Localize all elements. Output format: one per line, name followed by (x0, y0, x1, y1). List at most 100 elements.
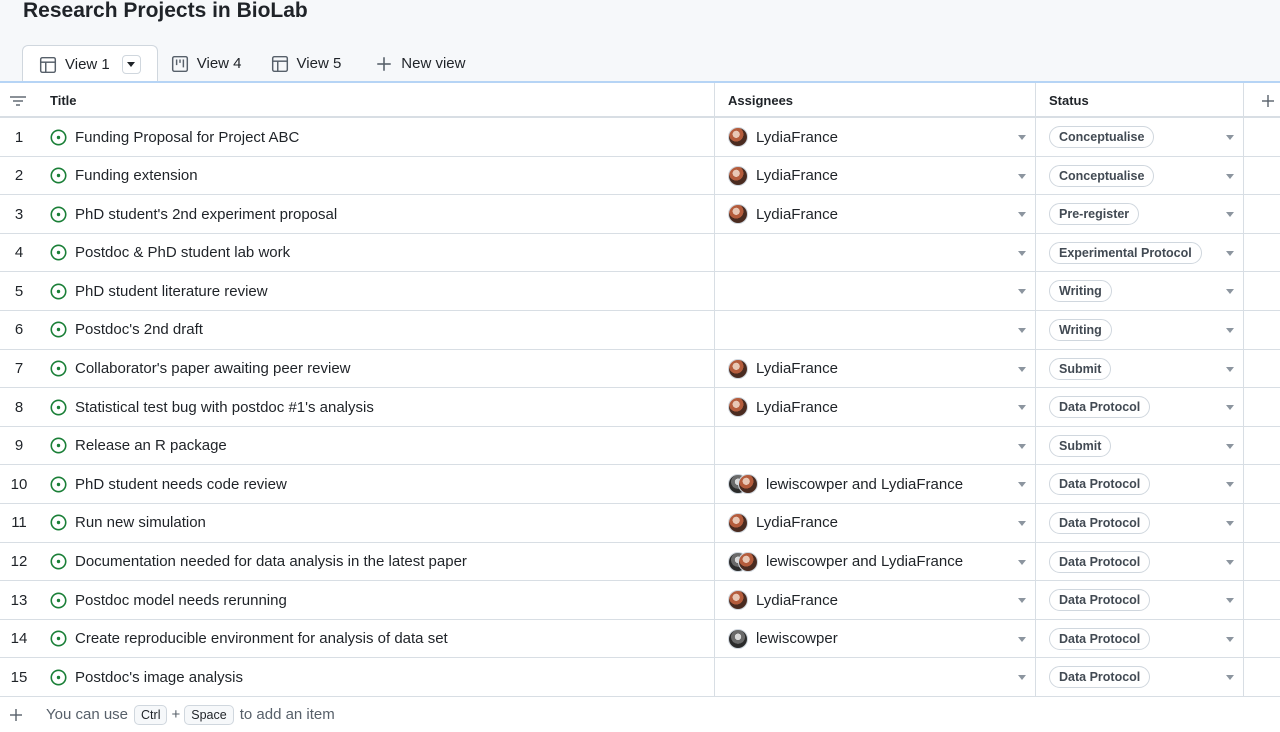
status-dropdown-icon[interactable] (1226, 482, 1234, 488)
row-assignees-cell[interactable] (728, 427, 1028, 465)
assignee-dropdown-icon[interactable] (1018, 520, 1026, 526)
table-row[interactable]: 10 PhD student needs code review lewiscowp… (0, 465, 1280, 504)
issue-title-link[interactable]: PhD student needs code review (75, 476, 287, 493)
row-title-cell[interactable]: Statistical test bug with postdoc #1's a… (50, 388, 710, 426)
issue-title-link[interactable]: Postdoc's 2nd draft (75, 321, 203, 338)
add-item-hint[interactable]: You can use Ctrl + Space to add an item (0, 697, 1280, 732)
issue-title-link[interactable]: Postdoc model needs rerunning (75, 592, 287, 609)
issue-title-link[interactable]: Release an R package (75, 437, 227, 454)
row-status-cell[interactable]: Data Protocol (1049, 388, 1239, 426)
row-assignees-cell[interactable]: LydiaFrance (728, 195, 1028, 233)
row-title-cell[interactable]: Postdoc & PhD student lab work (50, 234, 710, 272)
table-row[interactable]: 7 Collaborator's paper awaiting peer revi… (0, 350, 1280, 389)
assignee-dropdown-icon[interactable] (1018, 598, 1026, 604)
tab-view-1[interactable]: View 1 (22, 45, 158, 83)
status-dropdown-icon[interactable] (1226, 405, 1234, 411)
row-assignees-cell[interactable] (728, 311, 1028, 349)
assignee-dropdown-icon[interactable] (1018, 482, 1026, 488)
issue-title-link[interactable]: Postdoc & PhD student lab work (75, 244, 290, 261)
issue-title-link[interactable]: Collaborator's paper awaiting peer revie… (75, 360, 351, 377)
tab-view-5[interactable]: View 5 (258, 45, 358, 82)
row-assignees-cell[interactable]: LydiaFrance (728, 157, 1028, 195)
row-title-cell[interactable]: Run new simulation (50, 504, 710, 542)
filter-icon[interactable] (9, 83, 27, 118)
row-title-cell[interactable]: Release an R package (50, 427, 710, 465)
tab-view-4[interactable]: View 4 (158, 45, 258, 82)
row-assignees-cell[interactable]: LydiaFrance (728, 581, 1028, 619)
status-dropdown-icon[interactable] (1226, 559, 1234, 565)
table-row[interactable]: 12 Documentation needed for data analysis… (0, 543, 1280, 582)
assignee-dropdown-icon[interactable] (1018, 327, 1026, 333)
issue-title-link[interactable]: PhD student's 2nd experiment proposal (75, 206, 337, 223)
issue-title-link[interactable]: Statistical test bug with postdoc #1's a… (75, 399, 374, 416)
row-assignees-cell[interactable]: LydiaFrance (728, 350, 1028, 388)
issue-title-link[interactable]: Documentation needed for data analysis i… (75, 553, 467, 570)
issue-title-link[interactable]: Funding extension (75, 167, 198, 184)
table-row[interactable]: 3 PhD student's 2nd experiment proposal Ly… (0, 195, 1280, 234)
status-dropdown-icon[interactable] (1226, 636, 1234, 642)
table-row[interactable]: 4 Postdoc & PhD student lab work Experimen… (0, 234, 1280, 273)
assignee-dropdown-icon[interactable] (1018, 173, 1026, 179)
row-assignees-cell[interactable]: LydiaFrance (728, 388, 1028, 426)
row-title-cell[interactable]: Create reproducible environment for anal… (50, 620, 710, 658)
table-row[interactable]: 8 Statistical test bug with postdoc #1's … (0, 388, 1280, 427)
row-title-cell[interactable]: Funding extension (50, 157, 710, 195)
column-header-assignees[interactable]: Assignees (728, 83, 793, 118)
row-title-cell[interactable]: PhD student literature review (50, 272, 710, 310)
assignee-dropdown-icon[interactable] (1018, 405, 1026, 411)
status-dropdown-icon[interactable] (1226, 289, 1234, 295)
row-assignees-cell[interactable] (728, 234, 1028, 272)
status-dropdown-icon[interactable] (1226, 173, 1234, 179)
row-status-cell[interactable]: Data Protocol (1049, 658, 1239, 696)
new-view-button[interactable]: New view (357, 45, 481, 82)
assignee-dropdown-icon[interactable] (1018, 636, 1026, 642)
assignee-dropdown-icon[interactable] (1018, 675, 1026, 681)
view-options-button[interactable] (121, 55, 141, 74)
row-assignees-cell[interactable]: lewiscowper and LydiaFrance (728, 465, 1028, 503)
row-assignees-cell[interactable]: lewiscowper and LydiaFrance (728, 543, 1028, 581)
row-status-cell[interactable]: Data Protocol (1049, 543, 1239, 581)
issue-title-link[interactable]: Create reproducible environment for anal… (75, 630, 448, 647)
table-row[interactable]: 2 Funding extension LydiaFrance Conceptuali… (0, 157, 1280, 196)
status-dropdown-icon[interactable] (1226, 250, 1234, 256)
issue-title-link[interactable]: Funding Proposal for Project ABC (75, 129, 299, 146)
row-status-cell[interactable]: Data Protocol (1049, 620, 1239, 658)
row-status-cell[interactable]: Submit (1049, 427, 1239, 465)
row-title-cell[interactable]: Documentation needed for data analysis i… (50, 543, 710, 581)
status-dropdown-icon[interactable] (1226, 135, 1234, 140)
status-dropdown-icon[interactable] (1226, 520, 1234, 526)
row-assignees-cell[interactable]: LydiaFrance (728, 504, 1028, 542)
status-dropdown-icon[interactable] (1226, 675, 1234, 681)
table-row[interactable]: 6 Postdoc's 2nd draft Writing (0, 311, 1280, 350)
row-title-cell[interactable]: Postdoc's image analysis (50, 658, 710, 696)
add-field-icon[interactable] (1261, 83, 1275, 118)
row-status-cell[interactable]: Data Protocol (1049, 465, 1239, 503)
row-status-cell[interactable]: Writing (1049, 272, 1239, 310)
status-dropdown-icon[interactable] (1226, 443, 1234, 449)
issue-title-link[interactable]: Run new simulation (75, 514, 206, 531)
column-header-status[interactable]: Status (1049, 83, 1089, 118)
table-row[interactable]: 13 Postdoc model needs rerunning LydiaFran… (0, 581, 1280, 620)
table-row[interactable]: 11 Run new simulation LydiaFrance Data Prot… (0, 504, 1280, 543)
row-status-cell[interactable]: Experimental Protocol (1049, 234, 1239, 272)
row-title-cell[interactable]: Collaborator's paper awaiting peer revie… (50, 350, 710, 388)
issue-title-link[interactable]: Postdoc's image analysis (75, 669, 243, 686)
row-status-cell[interactable]: Pre-register (1049, 195, 1239, 233)
table-row[interactable]: 14 Create reproducible environment for an… (0, 620, 1280, 659)
row-title-cell[interactable]: Postdoc model needs rerunning (50, 581, 710, 619)
status-dropdown-icon[interactable] (1226, 327, 1234, 333)
table-row[interactable]: 9 Release an R package Submit (0, 427, 1280, 466)
column-header-title[interactable]: Title (50, 83, 77, 118)
row-assignees-cell[interactable] (728, 658, 1028, 696)
issue-title-link[interactable]: PhD student literature review (75, 283, 268, 300)
row-title-cell[interactable]: Funding Proposal for Project ABC (50, 118, 710, 156)
row-assignees-cell[interactable] (728, 272, 1028, 310)
row-status-cell[interactable]: Data Protocol (1049, 581, 1239, 619)
row-title-cell[interactable]: PhD student's 2nd experiment proposal (50, 195, 710, 233)
table-row[interactable]: 1 Funding Proposal for Project ABC LydiaFr… (0, 118, 1280, 157)
row-status-cell[interactable]: Writing (1049, 311, 1239, 349)
row-status-cell[interactable]: Submit (1049, 350, 1239, 388)
table-row[interactable]: 5 PhD student literature review Writing (0, 272, 1280, 311)
status-dropdown-icon[interactable] (1226, 366, 1234, 372)
status-dropdown-icon[interactable] (1226, 598, 1234, 604)
